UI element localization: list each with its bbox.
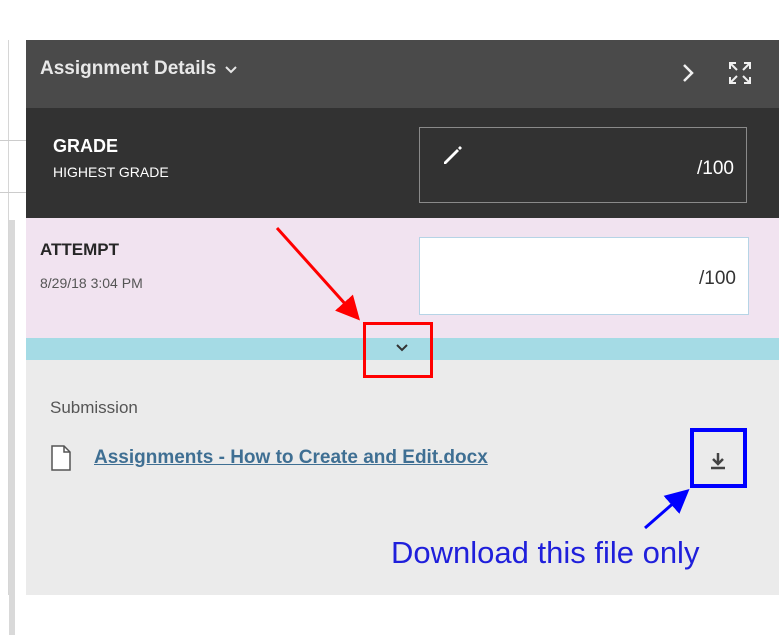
- blue-highlight-box: [690, 428, 747, 488]
- red-arrow: [275, 226, 361, 321]
- annotation-caption: Download this file only: [391, 535, 700, 570]
- blue-arrow: [644, 489, 690, 530]
- red-highlight-box: [363, 322, 433, 378]
- annotation-arrows: [275, 226, 690, 530]
